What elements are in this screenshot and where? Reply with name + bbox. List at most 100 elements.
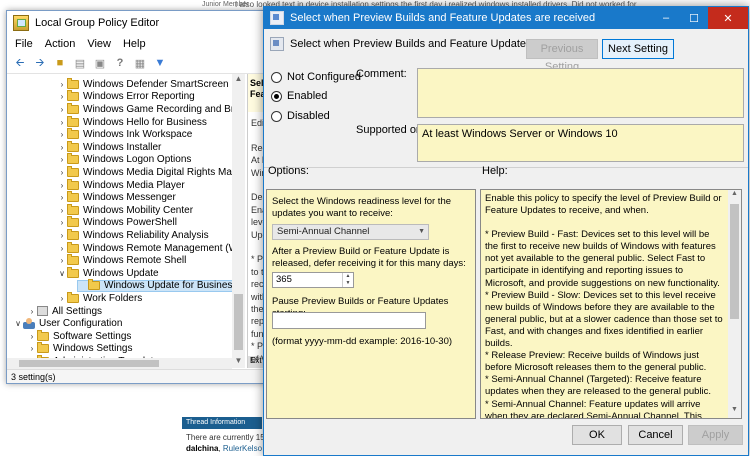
cancel-button[interactable]: Cancel: [628, 425, 683, 445]
spinner-arrows-icon[interactable]: ▲ ▼: [342, 273, 353, 287]
tree-item[interactable]: › Windows Media Player: [57, 178, 185, 192]
chevron-right-icon[interactable]: ›: [57, 193, 67, 202]
details-text-line: * P: [251, 254, 264, 265]
tree-item[interactable]: › Windows Defender SmartScreen: [57, 77, 229, 91]
readiness-level-label: Select the Windows readiness level for t…: [272, 196, 452, 219]
help-paragraph-release-preview: * Release Preview: Receive builds of Win…: [485, 350, 707, 374]
pause-start-date-input[interactable]: [272, 312, 426, 329]
tree-item[interactable]: › Windows Game Recording and Broadcasting: [57, 102, 245, 116]
chevron-right-icon[interactable]: ›: [57, 143, 67, 152]
next-setting-button[interactable]: Next Setting: [602, 39, 674, 59]
radio-not-configured-indicator[interactable]: [271, 71, 282, 83]
tree-vertical-scrollbar[interactable]: ▲ ▼: [232, 74, 245, 368]
chevron-right-icon[interactable]: ›: [57, 256, 67, 265]
help-scrollbar[interactable]: ▲ ▼: [728, 190, 741, 418]
previous-setting-button[interactable]: Previous Setting: [526, 39, 598, 73]
tree-item[interactable]: › Windows Media Digital Rights Management: [57, 165, 245, 179]
tree-item[interactable]: › Windows Installer: [57, 140, 161, 154]
hscroll-thumb[interactable]: [19, 360, 159, 367]
chevron-right-icon[interactable]: ›: [27, 344, 37, 353]
ok-button[interactable]: OK: [572, 425, 622, 445]
radio-disabled[interactable]: Disabled: [271, 110, 330, 122]
tree-item[interactable]: › Windows Logon Options: [57, 153, 191, 167]
filter-icon[interactable]: ▼: [153, 56, 167, 70]
gpe-title-bar[interactable]: Local Group Policy Editor: [7, 11, 266, 35]
chevron-right-icon[interactable]: ›: [57, 155, 67, 164]
tree-item[interactable]: › Windows Hello for Business: [57, 115, 207, 129]
help-scroll-down-icon[interactable]: ▼: [728, 406, 741, 418]
chevron-right-icon[interactable]: ›: [57, 244, 67, 253]
forward-arrow-icon[interactable]: 🡪: [33, 56, 47, 70]
radio-not-configured-label[interactable]: Not Configured: [287, 71, 361, 83]
chevron-right-icon[interactable]: ›: [57, 294, 67, 303]
chevron-right-icon[interactable]: ›: [57, 105, 67, 114]
apply-button[interactable]: Apply: [688, 425, 743, 445]
tree-item[interactable]: › Windows Error Reporting: [57, 90, 195, 104]
help-scroll-up-icon[interactable]: ▲: [728, 190, 741, 202]
tree-item[interactable]: › Windows Reliability Analysis: [57, 228, 209, 242]
defer-days-value[interactable]: 365: [276, 274, 292, 285]
scrollbar-thumb[interactable]: [234, 294, 243, 350]
chevron-right-icon[interactable]: ›: [57, 206, 67, 215]
status-bar: 3 setting(s): [7, 369, 266, 383]
tree-horizontal-scrollbar[interactable]: [7, 358, 232, 369]
close-button[interactable]: ✕: [708, 7, 748, 29]
readiness-level-select[interactable]: Semi-Annual Channel ▼: [272, 224, 429, 240]
scroll-down-arrow-icon[interactable]: ▼: [232, 356, 245, 368]
chevron-right-icon[interactable]: ›: [27, 307, 37, 316]
help-scroll-thumb[interactable]: [730, 204, 739, 319]
group-policy-editor-window: Local Group Policy Editor File Action Vi…: [6, 10, 267, 384]
tree-item[interactable]: › Software Settings: [27, 329, 131, 343]
tree-item[interactable]: › Windows Remote Shell: [57, 254, 186, 267]
export-icon[interactable]: ▣: [93, 56, 107, 70]
menu-view[interactable]: View: [87, 38, 111, 50]
minimize-button[interactable]: –: [652, 7, 680, 29]
tree-item[interactable]: › Windows Ink Workspace: [57, 128, 192, 141]
user-rulerkelso-link[interactable]: RulerKelso: [223, 444, 262, 453]
chevron-right-icon[interactable]: ›: [57, 118, 67, 127]
tree-item[interactable]: › Windows Remote Management (WinRM): [57, 241, 245, 255]
menu-file[interactable]: File: [15, 38, 33, 50]
folder-up-icon[interactable]: ■: [53, 56, 67, 70]
radio-disabled-label[interactable]: Disabled: [287, 110, 330, 122]
properties-icon[interactable]: ▤: [73, 56, 87, 70]
console-icon[interactable]: ▦: [133, 56, 147, 70]
chevron-right-icon[interactable]: ›: [57, 231, 67, 240]
chevron-down-icon[interactable]: ∨: [57, 269, 67, 278]
help-panel: Enable this policy to specify the level …: [480, 189, 742, 419]
chevron-down-icon[interactable]: ▼: [418, 225, 425, 239]
tree-item[interactable]: Windows Update for Business: [77, 279, 239, 293]
chevron-down-icon[interactable]: ∨: [13, 319, 23, 328]
menu-help[interactable]: Help: [123, 38, 146, 50]
tree-item[interactable]: › Windows Messenger: [57, 191, 176, 204]
user-dalchina[interactable]: dalchina: [186, 444, 218, 453]
comment-textarea[interactable]: [417, 68, 744, 118]
radio-enabled-label[interactable]: Enabled: [287, 90, 327, 102]
radio-not-configured[interactable]: Not Configured: [271, 71, 361, 83]
tree-item[interactable]: ∨ Windows Update: [57, 266, 159, 280]
folder-icon: [67, 228, 79, 240]
chevron-right-icon[interactable]: ›: [57, 130, 67, 139]
chevron-right-icon[interactable]: ›: [57, 181, 67, 190]
defer-days-spinner[interactable]: 365 ▲ ▼: [272, 272, 354, 288]
maximize-button[interactable]: ☐: [680, 7, 708, 29]
tree-item[interactable]: › Windows PowerShell: [57, 216, 177, 230]
menu-action[interactable]: Action: [45, 38, 76, 50]
scroll-up-arrow-icon[interactable]: ▲: [232, 74, 245, 86]
help-icon[interactable]: ?: [113, 56, 127, 70]
chevron-right-icon[interactable]: ›: [57, 168, 67, 177]
back-arrow-icon[interactable]: 🡨: [13, 56, 27, 70]
tree-item[interactable]: › Windows Mobility Center: [57, 203, 193, 217]
tree-item[interactable]: › Work Folders: [57, 291, 142, 305]
dialog-title-bar[interactable]: Select when Preview Builds and Feature U…: [264, 7, 748, 29]
tree-item[interactable]: ∨ User Configuration: [13, 317, 122, 330]
radio-enabled-indicator[interactable]: [271, 90, 282, 102]
chevron-right-icon[interactable]: ›: [57, 218, 67, 227]
chevron-right-icon[interactable]: ›: [57, 80, 67, 89]
tree-item[interactable]: › All Settings: [27, 305, 102, 318]
chevron-right-icon[interactable]: ›: [27, 332, 37, 341]
radio-enabled[interactable]: Enabled: [271, 90, 327, 102]
radio-disabled-indicator[interactable]: [271, 110, 282, 122]
chevron-right-icon[interactable]: ›: [57, 92, 67, 101]
tree-item[interactable]: › Windows Settings: [27, 342, 132, 356]
